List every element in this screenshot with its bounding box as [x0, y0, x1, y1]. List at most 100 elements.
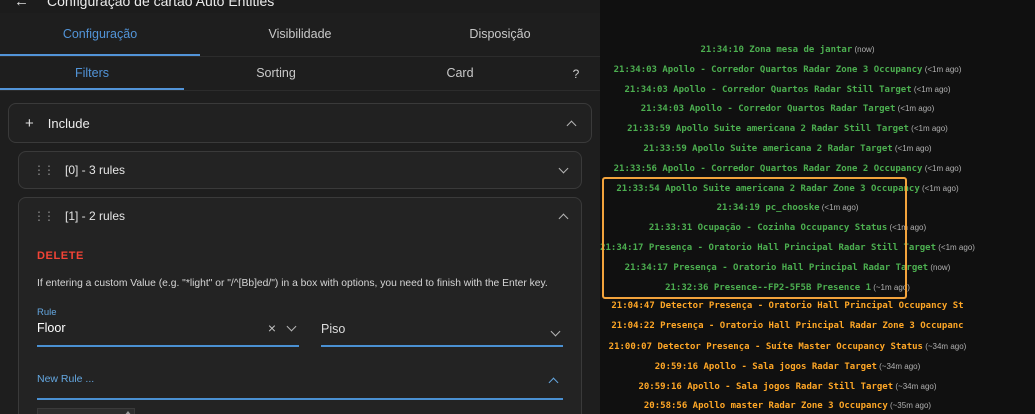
log-time: 20:59:16 [655, 362, 698, 372]
log-entry: 21:33:56 Apollo - Corredor Quartos Radar… [600, 159, 975, 179]
chevron-up-icon[interactable] [559, 213, 569, 223]
log-age: (<1m ago) [922, 164, 961, 173]
log-time: 21:34:17 [600, 243, 643, 253]
config-content: + Include ⋮⋮ [0] - 3 rules ⋮⋮ [1] - 2 ru… [0, 103, 600, 414]
log-time: 21:34:03 [614, 65, 657, 75]
log-entry: 21:34:03 Apollo - Corredor Quartos Radar… [600, 99, 975, 119]
log-entry: 21:34:10 Zona mesa de jantar (now) [600, 40, 975, 60]
value-select[interactable]: Piso [321, 305, 563, 347]
log-time: 21:34:03 [641, 104, 684, 114]
chevron-up-icon[interactable] [567, 120, 577, 130]
log-entity-name[interactable]: Apollo - Sala jogos Radar Target [698, 362, 877, 372]
log-entity-name[interactable]: Presença - Oratorio Hall Principal Radar… [643, 243, 936, 253]
rule-group-1-label: [1] - 2 rules [65, 209, 125, 223]
log-age: (<1m ago) [887, 223, 926, 232]
tab-sorting[interactable]: Sorting [184, 57, 368, 90]
rule-editor: DELETE If entering a custom Value (e.g. … [19, 234, 581, 414]
log-time: 21:32:36 [665, 283, 708, 293]
log-entry: 21:04:22 Presença - Oratorio Hall Princi… [600, 317, 975, 337]
help-icon[interactable]: ? [552, 57, 600, 90]
log-entry: 21:33:59 Apollo Suite americana 2 Radar … [600, 139, 975, 159]
log-entity-name[interactable]: Apollo - Corredor Quartos Radar Target [684, 104, 895, 114]
logbook-list: 21:34:10 Zona mesa de jantar (now)21:34:… [600, 0, 1035, 414]
log-time: 21:34:10 [701, 45, 744, 55]
page-title: Configuração de cartão Auto Entities [47, 0, 274, 9]
log-time: 20:58:56 [644, 401, 687, 411]
log-age: (<1m ago) [912, 85, 951, 94]
log-entry: 20:59:16 Apollo - Sala jogos Radar Targe… [600, 357, 975, 377]
log-entry: 21:34:03 Apollo - Corredor Quartos Radar… [600, 80, 975, 100]
rule-group-0-label: [0] - 3 rules [65, 163, 125, 177]
log-entry: 21:32:36 Presence--FP2-5F5B Presence 1 (… [600, 278, 975, 298]
include-label: Include [48, 116, 90, 131]
log-age: (~34m ago) [923, 342, 966, 351]
log-entity-name[interactable]: Presence--FP2-5F5B Presence 1 [708, 283, 871, 293]
log-entity-name[interactable]: Detector Presença - Suíte Master Occupan… [652, 342, 923, 352]
log-entity-name[interactable]: Apollo - Corredor Quartos Radar Still Ta… [668, 85, 912, 95]
log-time: 21:33:31 [649, 223, 692, 233]
log-age: (~34m ago) [893, 382, 936, 391]
tab-card[interactable]: Card [368, 57, 552, 90]
log-entity-name[interactable]: Presença - Oratorio Hall Principal Radar… [655, 321, 964, 331]
rule-combobox[interactable]: Rule Floor × [37, 305, 299, 347]
rule-group-0: ⋮⋮ [0] - 3 rules [18, 151, 582, 189]
tab-filters[interactable]: Filters [0, 57, 184, 90]
log-entry: 21:34:17 Presença - Oratorio Hall Princi… [600, 258, 975, 278]
log-entry: 21:00:07 Detector Presença - Suíte Maste… [600, 337, 975, 357]
log-entity-name[interactable]: pc_chooske [760, 203, 820, 213]
drag-handle-icon[interactable]: ⋮⋮ [33, 210, 53, 222]
rule-field-value: Floor [37, 321, 299, 335]
rule-field-label: Rule [37, 307, 299, 318]
tab-configuracao[interactable]: Configuração [0, 13, 200, 56]
delete-button[interactable]: DELETE [37, 250, 84, 262]
log-time: 21:33:56 [614, 164, 657, 174]
log-entry: 21:34:03 Apollo - Corredor Quartos Radar… [600, 60, 975, 80]
log-entry: 20:58:56 Apollo master Radar Zone 3 Occu… [600, 396, 975, 414]
log-age: (now) [852, 45, 874, 54]
log-time: 21:33:59 [627, 124, 670, 134]
log-entry: 21:34:17 Presença - Oratorio Hall Princi… [600, 238, 975, 258]
log-entry: 21:33:54 Apollo Suite americana 2 Radar … [600, 179, 975, 199]
back-arrow-icon[interactable]: ← [14, 0, 29, 10]
rule-group-1-header[interactable]: ⋮⋮ [1] - 2 rules [19, 198, 581, 234]
clear-icon[interactable]: × [268, 321, 276, 335]
log-entity-name[interactable]: Zona mesa de jantar [744, 45, 852, 55]
dropdown-option-area[interactable]: Area [38, 409, 122, 414]
log-entity-name[interactable]: Apollo Suite americana 2 Radar Target [687, 144, 893, 154]
log-time: 21:04:22 [611, 321, 654, 331]
log-entity-name[interactable]: Presença - Oratorio Hall Principal Radar… [668, 263, 928, 273]
rule-group-1: ⋮⋮ [1] - 2 rules DELETE If entering a cu… [18, 197, 582, 414]
value-select-value: Piso [321, 322, 563, 336]
primary-tab-bar: Configuração Visibilidade Disposição [0, 13, 600, 57]
chevron-up-icon[interactable] [549, 378, 559, 388]
secondary-tab-bar: Filters Sorting Card ? [0, 57, 600, 91]
include-section-header[interactable]: + Include [8, 103, 592, 143]
new-rule-label: New Rule ... [37, 373, 94, 385]
log-age: (<1m ago) [895, 104, 934, 113]
log-time: 21:04:47 [611, 301, 654, 311]
log-age: (now) [928, 263, 950, 272]
log-entity-name[interactable]: Apollo master Radar Zone 3 Occupancy [687, 401, 887, 411]
log-entity-name[interactable]: Detector Presença - Oratorio Hall Princi… [655, 301, 964, 311]
tab-visibilidade[interactable]: Visibilidade [200, 13, 400, 56]
log-time: 21:00:07 [609, 342, 652, 352]
log-entity-name[interactable]: Apollo Suite americana 2 Radar Zone 3 Oc… [660, 184, 920, 194]
tab-disposicao[interactable]: Disposição [400, 13, 600, 56]
log-time: 21:34:19 [717, 203, 760, 213]
log-age: (~35m ago) [888, 401, 931, 410]
log-time: 20:59:16 [638, 382, 681, 392]
rule-group-0-header[interactable]: ⋮⋮ [0] - 3 rules [19, 152, 581, 188]
log-entry: 21:34:19 pc_chooske (<1m ago) [600, 198, 975, 218]
new-rule-select[interactable]: New Rule ... [37, 369, 563, 400]
log-entity-name[interactable]: Apollo - Corredor Quartos Radar Zone 2 O… [657, 164, 923, 174]
drag-handle-icon[interactable]: ⋮⋮ [33, 164, 53, 176]
app-header: ← Configuração de cartão Auto Entities [0, 0, 600, 13]
card-config-dialog: Configuração Visibilidade Disposição Fil… [0, 13, 600, 414]
chevron-down-icon[interactable] [287, 322, 297, 332]
log-entity-name[interactable]: Ocupação - Cozinha Occupancy Status [692, 223, 887, 233]
log-entity-name[interactable]: Apollo - Corredor Quartos Radar Zone 3 O… [657, 65, 923, 75]
log-entity-name[interactable]: Apollo - Sala jogos Radar Still Target [682, 382, 893, 392]
chevron-down-icon[interactable] [559, 164, 569, 174]
log-age: (~1m ago) [871, 283, 910, 292]
log-entity-name[interactable]: Apollo Suite americana 2 Radar Still Tar… [671, 124, 909, 134]
